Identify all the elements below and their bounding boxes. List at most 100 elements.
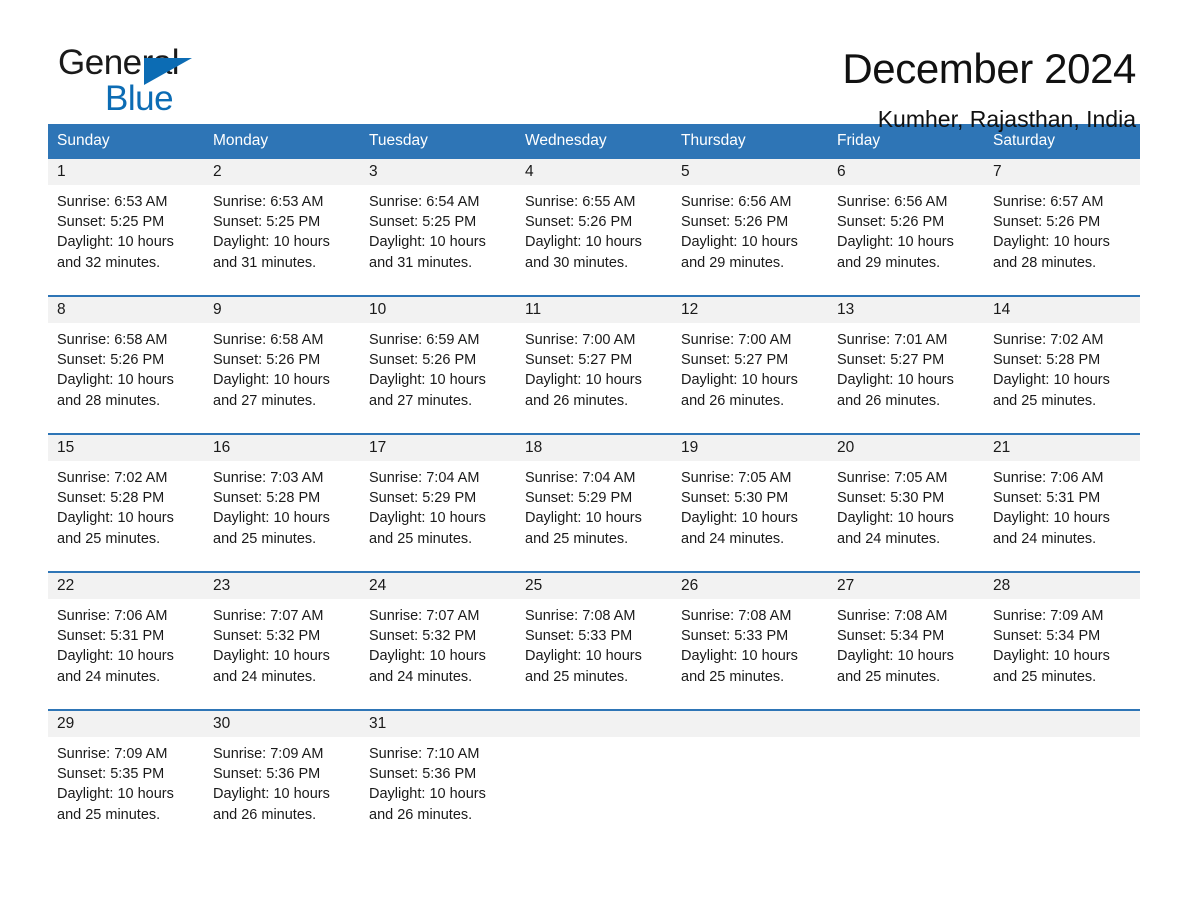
sunrise-time: Sunrise: 7:09 AM <box>213 746 324 762</box>
day-cell-8[interactable]: 8 Sunrise: 6:58 AM Sunset: 5:26 PM Daylight… <box>48 297 204 415</box>
day-cell-14[interactable]: 14 Sunrise: 7:02 AM Sunset: 5:28 PM Dayligh… <box>984 297 1140 415</box>
day-number: 14 <box>993 301 1011 318</box>
day-cell-19[interactable]: 19 Sunrise: 7:05 AM Sunset: 5:30 PM Dayligh… <box>672 435 828 553</box>
day-details: Sunrise: 6:54 AM Sunset: 5:25 PM Daylight:… <box>360 185 516 273</box>
day-number-band: 31 <box>360 711 516 737</box>
day-cell-10[interactable]: 10 Sunrise: 6:59 AM Sunset: 5:26 PM Dayligh… <box>360 297 516 415</box>
sunrise-time: Sunrise: 7:09 AM <box>993 608 1104 624</box>
day-cell-16[interactable]: 16 Sunrise: 7:03 AM Sunset: 5:28 PM Dayligh… <box>204 435 360 553</box>
day-cell-12[interactable]: 12 Sunrise: 7:00 AM Sunset: 5:27 PM Dayligh… <box>672 297 828 415</box>
day-cell-26[interactable]: 26 Sunrise: 7:08 AM Sunset: 5:33 PM Dayligh… <box>672 573 828 691</box>
daylight-duration-line1: Daylight: 10 hours <box>57 648 174 665</box>
day-details: Sunrise: 7:09 AM Sunset: 5:36 PM Daylight:… <box>204 737 360 825</box>
day-cell-13[interactable]: 13 Sunrise: 7:01 AM Sunset: 5:27 PM Dayligh… <box>828 297 984 415</box>
day-cell-21[interactable]: 21 Sunrise: 7:06 AM Sunset: 5:31 PM Dayligh… <box>984 435 1140 553</box>
day-number: 18 <box>525 439 543 456</box>
day-cell-30[interactable]: 30 Sunrise: 7:09 AM Sunset: 5:36 PM Dayligh… <box>204 711 360 829</box>
day-number: 4 <box>525 163 534 180</box>
day-number-band: 21 <box>984 435 1140 461</box>
page-title: December 2024 <box>842 45 1136 92</box>
day-details: Sunrise: 7:09 AM Sunset: 5:35 PM Daylight:… <box>48 737 204 825</box>
day-number-band: 17 <box>360 435 516 461</box>
sunrise-time: Sunrise: 6:57 AM <box>993 194 1104 210</box>
day-cell-22[interactable]: 22 Sunrise: 7:06 AM Sunset: 5:31 PM Dayligh… <box>48 573 204 691</box>
day-cell-27[interactable]: 27 Sunrise: 7:08 AM Sunset: 5:34 PM Dayligh… <box>828 573 984 691</box>
day-cell-29[interactable]: 29 Sunrise: 7:09 AM Sunset: 5:35 PM Dayligh… <box>48 711 204 829</box>
daylight-duration-line1: Daylight: 10 hours <box>57 234 174 251</box>
brand-logo[interactable]: General Blue <box>48 44 248 124</box>
page-header: General Blue December 2024 Kumher, Rajas… <box>48 0 1140 133</box>
day-cell-3[interactable]: 3 Sunrise: 6:54 AM Sunset: 5:25 PM Daylight… <box>360 159 516 277</box>
day-cell-31[interactable]: 31 Sunrise: 7:10 AM Sunset: 5:36 PM Dayligh… <box>360 711 516 829</box>
daylight-duration-line2: and 24 minutes. <box>993 530 1097 547</box>
calendar-page: General Blue December 2024 Kumher, Rajas… <box>0 0 1188 918</box>
daylight-duration-line1: Daylight: 10 hours <box>57 786 174 803</box>
calendar-week-row: 29 Sunrise: 7:09 AM Sunset: 5:35 PM Dayligh… <box>48 709 1140 829</box>
day-cell-20[interactable]: 20 Sunrise: 7:05 AM Sunset: 5:30 PM Dayligh… <box>828 435 984 553</box>
sunrise-time: Sunrise: 7:01 AM <box>837 332 948 348</box>
day-cell-11[interactable]: 11 Sunrise: 7:00 AM Sunset: 5:27 PM Dayligh… <box>516 297 672 415</box>
daylight-duration-line1: Daylight: 10 hours <box>369 648 486 665</box>
day-cell-4[interactable]: 4 Sunrise: 6:55 AM Sunset: 5:26 PM Daylight… <box>516 159 672 277</box>
daylight-duration-line1: Daylight: 10 hours <box>837 234 954 251</box>
daylight-duration-line1: Daylight: 10 hours <box>213 786 330 803</box>
daylight-duration-line2: and 25 minutes. <box>57 530 161 547</box>
sunrise-time: Sunrise: 6:53 AM <box>57 194 168 210</box>
day-details: Sunrise: 6:53 AM Sunset: 5:25 PM Daylight:… <box>204 185 360 273</box>
sunrise-time: Sunrise: 7:06 AM <box>993 470 1104 486</box>
day-cell-7[interactable]: 7 Sunrise: 6:57 AM Sunset: 5:26 PM Daylight… <box>984 159 1140 277</box>
day-cell-1[interactable]: 1 Sunrise: 6:53 AM Sunset: 5:25 PM Daylight… <box>48 159 204 277</box>
week-spacer <box>48 691 1140 709</box>
day-cell-18[interactable]: 18 Sunrise: 7:04 AM Sunset: 5:29 PM Dayligh… <box>516 435 672 553</box>
day-cell-9[interactable]: 9 Sunrise: 6:58 AM Sunset: 5:26 PM Daylight… <box>204 297 360 415</box>
daylight-duration-line2: and 25 minutes. <box>525 530 629 547</box>
day-cell-5[interactable]: 5 Sunrise: 6:56 AM Sunset: 5:26 PM Daylight… <box>672 159 828 277</box>
day-cell-25[interactable]: 25 Sunrise: 7:08 AM Sunset: 5:33 PM Dayligh… <box>516 573 672 691</box>
sunset-time: Sunset: 5:31 PM <box>993 490 1101 507</box>
day-number: 17 <box>369 439 387 456</box>
sunset-time: Sunset: 5:25 PM <box>369 214 477 231</box>
day-cell-28[interactable]: 28 Sunrise: 7:09 AM Sunset: 5:34 PM Dayligh… <box>984 573 1140 691</box>
day-cell-2[interactable]: 2 Sunrise: 6:53 AM Sunset: 5:25 PM Daylight… <box>204 159 360 277</box>
day-cell-15[interactable]: 15 Sunrise: 7:02 AM Sunset: 5:28 PM Dayligh… <box>48 435 204 553</box>
sunset-time: Sunset: 5:29 PM <box>525 490 633 507</box>
day-details: Sunrise: 6:58 AM Sunset: 5:26 PM Daylight:… <box>48 323 204 411</box>
daylight-duration-line2: and 24 minutes. <box>369 668 473 685</box>
sunset-time: Sunset: 5:26 PM <box>681 214 789 231</box>
sunset-time: Sunset: 5:26 PM <box>213 352 321 369</box>
day-cell-empty <box>984 711 1140 829</box>
day-number: 15 <box>57 439 75 456</box>
day-number-band: 14 <box>984 297 1140 323</box>
day-cell-24[interactable]: 24 Sunrise: 7:07 AM Sunset: 5:32 PM Dayligh… <box>360 573 516 691</box>
sunset-time: Sunset: 5:32 PM <box>369 628 477 645</box>
daylight-duration-line2: and 30 minutes. <box>525 254 629 271</box>
day-number-band: 5 <box>672 159 828 185</box>
day-number-band: 28 <box>984 573 1140 599</box>
day-cell-17[interactable]: 17 Sunrise: 7:04 AM Sunset: 5:29 PM Dayligh… <box>360 435 516 553</box>
sunset-time: Sunset: 5:28 PM <box>57 490 165 507</box>
day-details: Sunrise: 7:10 AM Sunset: 5:36 PM Daylight:… <box>360 737 516 825</box>
daylight-duration-line1: Daylight: 10 hours <box>837 648 954 665</box>
sunrise-time: Sunrise: 7:07 AM <box>213 608 324 624</box>
day-number-band: 12 <box>672 297 828 323</box>
day-details: Sunrise: 7:08 AM Sunset: 5:33 PM Daylight:… <box>672 599 828 687</box>
daylight-duration-line1: Daylight: 10 hours <box>369 372 486 389</box>
day-details: Sunrise: 7:09 AM Sunset: 5:34 PM Daylight:… <box>984 599 1140 687</box>
sunrise-time: Sunrise: 6:59 AM <box>369 332 480 348</box>
day-number-band: 27 <box>828 573 984 599</box>
daylight-duration-line2: and 26 minutes. <box>681 392 785 409</box>
day-number: 6 <box>837 163 846 180</box>
day-details <box>984 737 1140 744</box>
daylight-duration-line2: and 25 minutes. <box>993 392 1097 409</box>
day-cell-6[interactable]: 6 Sunrise: 6:56 AM Sunset: 5:26 PM Daylight… <box>828 159 984 277</box>
day-details: Sunrise: 6:56 AM Sunset: 5:26 PM Daylight:… <box>828 185 984 273</box>
sunset-time: Sunset: 5:29 PM <box>369 490 477 507</box>
sunset-time: Sunset: 5:26 PM <box>525 214 633 231</box>
daylight-duration-line1: Daylight: 10 hours <box>369 510 486 527</box>
sunset-time: Sunset: 5:32 PM <box>213 628 321 645</box>
sunrise-time: Sunrise: 6:58 AM <box>57 332 168 348</box>
day-number: 2 <box>213 163 222 180</box>
daylight-duration-line2: and 25 minutes. <box>525 668 629 685</box>
day-cell-23[interactable]: 23 Sunrise: 7:07 AM Sunset: 5:32 PM Dayligh… <box>204 573 360 691</box>
daylight-duration-line1: Daylight: 10 hours <box>993 234 1110 251</box>
